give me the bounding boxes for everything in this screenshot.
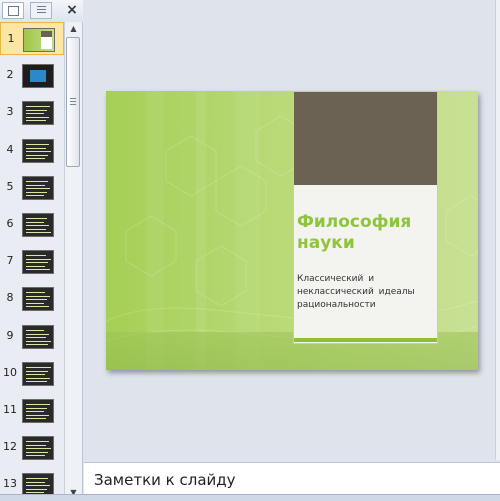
slide-thumbnail-list: 1 2 3 4 5 6 7 8 9 10 11 12 13 [0,22,64,500]
title-card: Философия науки Классический и неклассич… [293,91,438,344]
thumbnail-scrollbar[interactable]: ▲ ▼ [64,22,82,500]
slide-number: 11 [3,403,17,416]
slide-thumbnail[interactable] [22,325,54,349]
tab-outline[interactable] [30,2,52,19]
slide-thumbnail-row[interactable]: 5 [0,171,64,204]
slide[interactable]: Философия науки Классический и неклассич… [106,91,478,370]
slide-thumbnail[interactable] [22,64,54,88]
slide-thumbnail-row[interactable]: 3 [0,96,64,129]
slide-thumbnail-row[interactable]: 1 [0,22,64,55]
slide-number: 3 [6,105,14,118]
slide-subtitle[interactable]: Классический и неклассический идеалы рац… [297,273,435,312]
slide-thumbnail[interactable] [22,362,54,386]
slide-number: 5 [6,180,14,193]
pane-tabs: × [0,0,83,23]
slide-thumbnail[interactable] [22,139,54,163]
slide-thumbnail-row[interactable]: 11 [0,394,64,427]
slide-number: 10 [3,366,17,379]
slide-number: 2 [6,68,14,81]
slide-number: 12 [3,440,17,453]
title-card-header [294,92,437,185]
slide-thumbnail-row[interactable]: 6 [0,208,64,241]
slide-thumbnail[interactable] [22,250,54,274]
close-pane-button[interactable]: × [64,1,80,19]
slide-thumbnail-row[interactable]: 8 [0,282,64,315]
canvas-scrollbar[interactable] [495,0,500,460]
notes-pane[interactable]: Заметки к слайду [84,462,500,494]
title-card-accent-bar [294,338,437,342]
notes-placeholder[interactable]: Заметки к слайду [94,471,236,489]
slide-thumbnail-row[interactable]: 2 [0,59,64,92]
slide-number: 9 [6,329,14,342]
scrollbar-handle[interactable] [66,37,80,167]
close-icon: × [66,2,78,18]
slides-pane: × 1 2 3 4 5 6 7 8 9 10 11 12 13 ▲ ▼ [0,0,83,500]
slide-thumbnail[interactable] [22,287,54,311]
scroll-up-arrow-icon[interactable]: ▲ [65,22,82,36]
slide-number: 13 [3,477,17,490]
slide-number: 4 [6,143,14,156]
outline-tab-icon [37,6,46,15]
slide-thumbnail[interactable] [23,28,55,52]
slides-tab-icon [8,6,19,16]
slide-thumbnail[interactable] [22,176,54,200]
slide-thumbnail-row[interactable]: 9 [0,320,64,353]
slide-number: 6 [6,217,14,230]
slide-number: 1 [7,32,15,45]
slide-thumbnail-row[interactable]: 4 [0,134,64,167]
slide-thumbnail-row[interactable]: 10 [0,357,64,390]
slide-thumbnail[interactable] [22,436,54,460]
slide-editing-area: Философия науки Классический и неклассич… [84,0,500,460]
slide-number: 8 [6,291,14,304]
slide-thumbnail[interactable] [22,101,54,125]
slide-thumbnail-row[interactable]: 7 [0,245,64,278]
slide-number: 7 [6,254,14,267]
slide-thumbnail[interactable] [22,399,54,423]
slide-title[interactable]: Философия науки [297,212,435,254]
slide-thumbnail[interactable] [22,213,54,237]
slide-thumbnail-row[interactable]: 12 [0,431,64,464]
tab-slides[interactable] [2,2,24,19]
